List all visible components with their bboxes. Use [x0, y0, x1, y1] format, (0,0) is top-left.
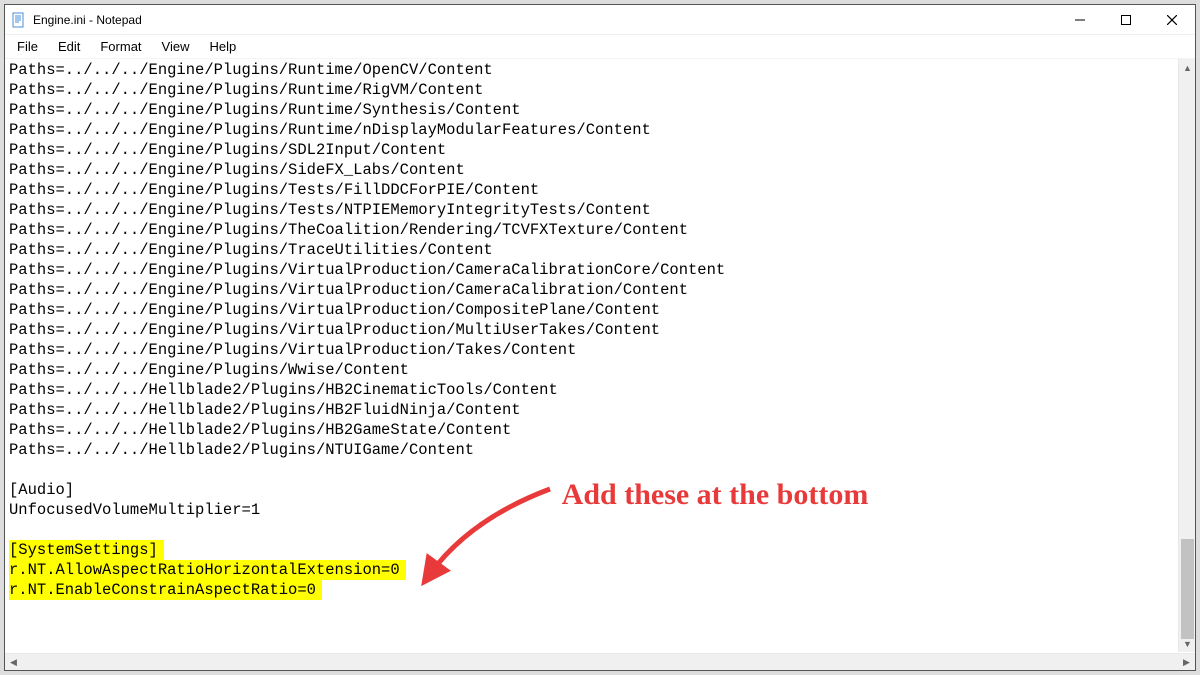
- menu-help[interactable]: Help: [201, 37, 244, 56]
- text-line: Paths=../../../Engine/Plugins/VirtualPro…: [9, 260, 1177, 280]
- text-line: Paths=../../../Engine/Plugins/VirtualPro…: [9, 280, 1177, 300]
- maximize-button[interactable]: [1103, 5, 1149, 35]
- text-line: Paths=../../../Engine/Plugins/SideFX_Lab…: [9, 160, 1177, 180]
- text-line: Paths=../../../Engine/Plugins/Tests/NTPI…: [9, 200, 1177, 220]
- text-line: [9, 460, 1177, 480]
- text-line: Paths=../../../Engine/Plugins/TraceUtili…: [9, 240, 1177, 260]
- text-line: Paths=../../../Engine/Plugins/TheCoaliti…: [9, 220, 1177, 240]
- text-line: Paths=../../../Engine/Plugins/VirtualPro…: [9, 320, 1177, 340]
- text-line: Paths=../../../Engine/Plugins/Runtime/Sy…: [9, 100, 1177, 120]
- text-line: Paths=../../../Hellblade2/Plugins/NTUIGa…: [9, 440, 1177, 460]
- text-line: Paths=../../../Engine/Plugins/Tests/Fill…: [9, 180, 1177, 200]
- text-line: Paths=../../../Engine/Plugins/Runtime/Ri…: [9, 80, 1177, 100]
- text-line: Paths=../../../Hellblade2/Plugins/HB2Flu…: [9, 400, 1177, 420]
- scroll-up-icon[interactable]: ▲: [1179, 59, 1195, 76]
- text-line: Paths=../../../Engine/Plugins/Runtime/nD…: [9, 120, 1177, 140]
- menu-bar: File Edit Format View Help: [5, 35, 1195, 59]
- scroll-thumb-vertical[interactable]: [1181, 539, 1194, 639]
- title-bar[interactable]: Engine.ini - Notepad: [5, 5, 1195, 35]
- text-line: [9, 520, 1177, 540]
- highlighted-line: r.NT.EnableConstrainAspectRatio=0: [9, 580, 1177, 600]
- text-line: [Audio]: [9, 480, 1177, 500]
- window-title: Engine.ini - Notepad: [33, 13, 142, 27]
- text-line: Paths=../../../Hellblade2/Plugins/HB2Gam…: [9, 420, 1177, 440]
- close-button[interactable]: [1149, 5, 1195, 35]
- menu-file[interactable]: File: [9, 37, 46, 56]
- highlighted-line: [SystemSettings]: [9, 540, 1177, 560]
- text-line: Paths=../../../Engine/Plugins/VirtualPro…: [9, 340, 1177, 360]
- text-editor[interactable]: Paths=../../../Engine/Plugins/Runtime/Op…: [5, 59, 1177, 652]
- highlighted-line: r.NT.AllowAspectRatioHorizontalExtension…: [9, 560, 1177, 580]
- text-line: Paths=../../../Engine/Plugins/VirtualPro…: [9, 300, 1177, 320]
- text-line: Paths=../../../Engine/Plugins/SDL2Input/…: [9, 140, 1177, 160]
- scroll-right-icon[interactable]: ▶: [1178, 654, 1195, 670]
- notepad-window: Engine.ini - Notepad File Edit Format Vi…: [4, 4, 1196, 671]
- horizontal-scrollbar[interactable]: ◀ ▶: [5, 653, 1195, 670]
- text-line: Paths=../../../Hellblade2/Plugins/HB2Cin…: [9, 380, 1177, 400]
- notepad-icon: [11, 12, 27, 28]
- scroll-left-icon[interactable]: ◀: [5, 654, 22, 670]
- vertical-scrollbar[interactable]: ▲ ▼: [1178, 59, 1195, 652]
- scroll-down-icon[interactable]: ▼: [1179, 635, 1195, 652]
- content-area: Paths=../../../Engine/Plugins/Runtime/Op…: [5, 59, 1195, 670]
- text-line: Paths=../../../Engine/Plugins/Runtime/Op…: [9, 60, 1177, 80]
- text-line: Paths=../../../Engine/Plugins/Wwise/Cont…: [9, 360, 1177, 380]
- menu-view[interactable]: View: [154, 37, 198, 56]
- minimize-button[interactable]: [1057, 5, 1103, 35]
- menu-edit[interactable]: Edit: [50, 37, 88, 56]
- menu-format[interactable]: Format: [92, 37, 149, 56]
- text-line: UnfocusedVolumeMultiplier=1: [9, 500, 1177, 520]
